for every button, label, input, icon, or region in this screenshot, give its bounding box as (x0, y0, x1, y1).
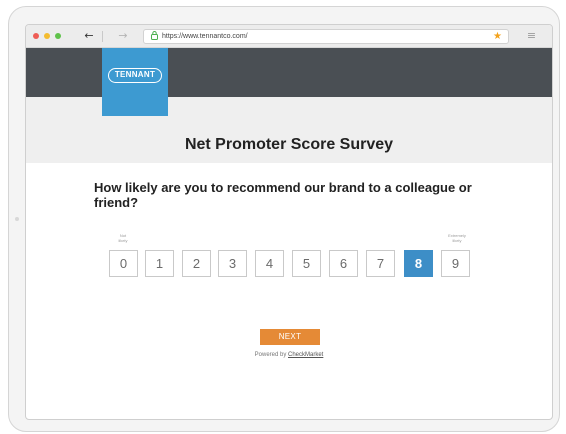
page-title: Net Promoter Score Survey (184, 136, 394, 153)
score-option-6[interactable]: 6 (329, 250, 358, 277)
browser-toolbar: ← → https://www.tennantco.com/ ★ ≡ (26, 25, 552, 48)
score-option-3[interactable]: 3 (218, 250, 247, 277)
scale-low-label: Not likely (110, 233, 136, 243)
browser-window: ← → https://www.tennantco.com/ ★ ≡ TENNA… (25, 24, 553, 420)
url-text[interactable]: https://www.tennantco.com/ (162, 30, 248, 43)
minimize-window-button[interactable] (44, 33, 50, 39)
hamburger-menu-icon[interactable]: ≡ (526, 30, 537, 42)
score-option-1[interactable]: 1 (145, 250, 174, 277)
toolbar-divider (102, 31, 103, 42)
score-option-4[interactable]: 4 (255, 250, 284, 277)
score-option-8[interactable]: 8 (404, 250, 433, 277)
checkmarket-link[interactable]: CheckMarket (288, 352, 323, 358)
brand-logo[interactable]: TENNANT (102, 48, 168, 116)
maximize-window-button[interactable] (55, 33, 61, 39)
score-option-2[interactable]: 2 (182, 250, 211, 277)
score-option-9[interactable]: 9 (441, 250, 470, 277)
lock-icon (151, 31, 158, 44)
scale-low-label-line2: likely (118, 238, 128, 243)
score-option-7[interactable]: 7 (366, 250, 395, 277)
address-bar[interactable]: https://www.tennantco.com/ ★ (143, 29, 509, 44)
home-button (15, 217, 19, 221)
close-window-button[interactable] (33, 33, 39, 39)
logo-wordmark: TENNANT (108, 68, 162, 83)
arrow-left-icon[interactable]: ← (82, 29, 96, 43)
score-option-0[interactable]: 0 (109, 250, 138, 277)
powered-by-prefix: Powered by (254, 352, 288, 358)
arrow-right-icon[interactable]: → (116, 29, 130, 43)
next-button[interactable]: NEXT (260, 329, 320, 345)
score-option-5[interactable]: 5 (292, 250, 321, 277)
powered-by: Powered by CheckMarket (26, 351, 552, 359)
scale-high-label: Extremely likely (437, 233, 477, 243)
survey-question: How likely are you to recommend our bran… (94, 180, 472, 210)
scale-high-label-line2: likely (452, 238, 462, 243)
star-icon[interactable]: ★ (493, 30, 502, 43)
